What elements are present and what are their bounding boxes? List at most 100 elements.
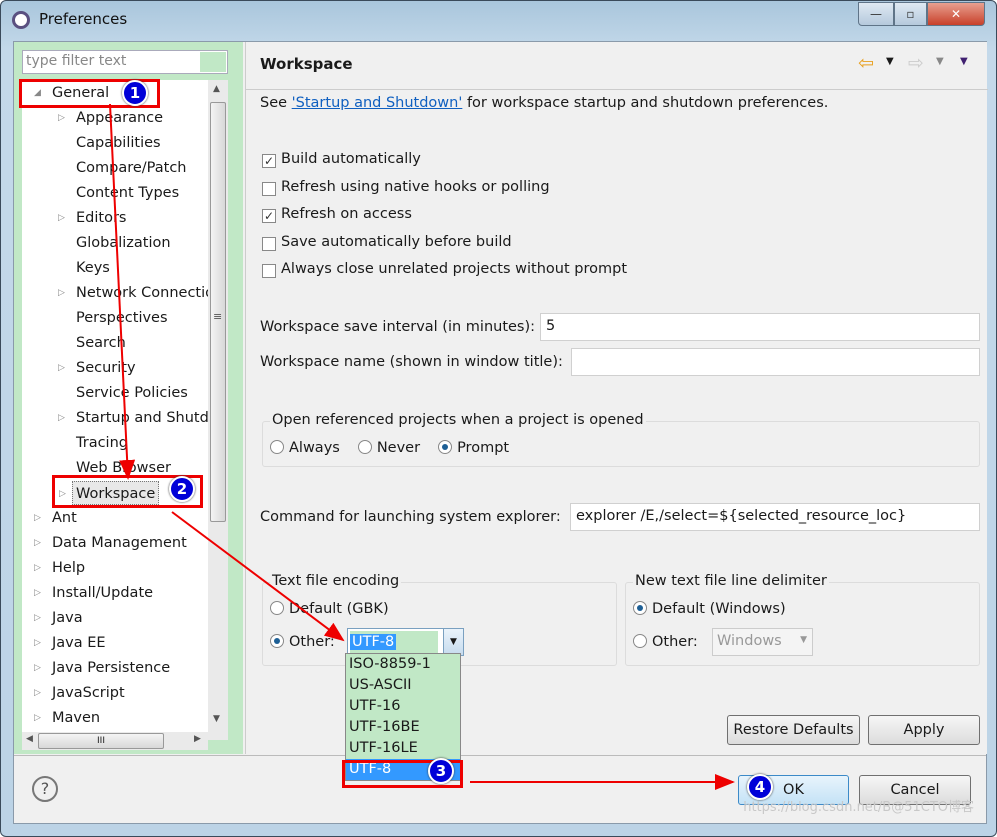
delimiter-default-radio[interactable]: Default (Windows) <box>633 601 786 617</box>
tree-item-java[interactable]: ▷ Java <box>34 606 83 630</box>
collapsed-icon[interactable]: ▷ <box>34 556 41 580</box>
tree-item-java-persistence[interactable]: ▷ Java Persistence <box>34 656 170 680</box>
encoding-option-us-ascii[interactable]: US-ASCII <box>346 675 460 696</box>
horizontal-scroll-thumb[interactable]: III <box>38 733 164 749</box>
open-referenced-options: Always Never Prompt <box>270 440 527 456</box>
scroll-down-icon[interactable]: ▼ <box>213 714 220 724</box>
open-ref-radio-never[interactable]: Never <box>357 440 421 456</box>
apply-button[interactable]: Apply <box>868 715 980 745</box>
clear-filter-button[interactable] <box>200 52 226 72</box>
checkbox-checked[interactable]: ✓ <box>262 209 276 223</box>
collapsed-icon[interactable]: ▷ <box>34 581 41 605</box>
checkbox-label[interactable]: Save automatically before build <box>281 234 512 250</box>
tree-item-ant[interactable]: ▷ Ant <box>34 506 77 530</box>
tree-item-java-ee[interactable]: ▷ Java EE <box>34 631 106 655</box>
step-badge-4: 4 <box>747 774 773 800</box>
collapsed-icon[interactable]: ▷ <box>58 406 65 430</box>
preferences-tree[interactable]: ◢ General ▷ Appearance Capabilities Compare/P… <box>22 80 208 740</box>
tree-item-content-types[interactable]: Content Types <box>76 181 179 205</box>
collapsed-icon[interactable]: ▷ <box>58 281 65 305</box>
close-button[interactable]: ✕ <box>927 2 985 26</box>
tree-item-search[interactable]: Search <box>76 331 126 355</box>
restore-defaults-button[interactable]: Restore Defaults <box>727 715 860 745</box>
collapsed-icon[interactable]: ▷ <box>34 631 41 655</box>
checkbox-label[interactable]: Refresh using native hooks or polling <box>281 179 550 195</box>
tree-item-data-management[interactable]: ▷ Data Management <box>34 531 187 555</box>
maximize-button[interactable]: ▫ <box>894 2 927 26</box>
collapsed-icon[interactable]: ▷ <box>58 206 65 230</box>
checkbox-label[interactable]: Always close unrelated projects without … <box>281 261 627 277</box>
tree-item-startup-and-shutdown[interactable]: ▷ Startup and Shutdown <box>58 406 208 430</box>
explorer-command-input[interactable]: explorer /E,/select=${selected_resource_… <box>570 503 980 531</box>
tree-item-appearance[interactable]: ▷ Appearance <box>58 106 163 130</box>
forward-arrow-icon[interactable]: ⇨ <box>908 52 924 74</box>
tree-item-tracing[interactable]: Tracing <box>76 431 128 455</box>
radio-label: Never <box>376 440 421 456</box>
save-interval-label: Workspace save interval (in minutes): <box>260 319 536 335</box>
scroll-left-icon[interactable]: ◀ <box>26 734 33 744</box>
tree-item-editors[interactable]: ▷ Editors <box>58 206 126 230</box>
see-prefix: See <box>260 95 292 111</box>
open-ref-radio-always[interactable]: Always <box>270 440 340 456</box>
encoding-default-radio[interactable]: Default (GBK) <box>270 601 389 617</box>
checkbox-checked[interactable]: ✓ <box>262 154 276 168</box>
collapsed-icon[interactable]: ▷ <box>58 106 65 130</box>
tree-horizontal-scrollbar[interactable]: ◀ III ▶ <box>22 732 208 750</box>
help-icon[interactable]: ? <box>32 776 58 802</box>
filter-input[interactable]: type filter text <box>22 50 228 74</box>
encoding-option-iso-8859-1[interactable]: ISO-8859-1 <box>346 654 460 675</box>
tree-item-maven[interactable]: ▷ Maven <box>34 706 100 730</box>
tree-item-perspectives[interactable]: Perspectives <box>76 306 168 330</box>
open-ref-radio-prompt[interactable]: Prompt <box>438 440 509 456</box>
encoding-option-utf-16be[interactable]: UTF-16BE <box>346 717 460 738</box>
collapsed-icon[interactable]: ▷ <box>34 656 41 680</box>
tree-item-compare-patch[interactable]: Compare/Patch <box>76 156 187 180</box>
step-badge-2: 2 <box>169 476 195 502</box>
back-dropdown-icon[interactable]: ▼ <box>886 56 894 67</box>
startup-shutdown-link[interactable]: 'Startup and Shutdown' <box>292 95 463 111</box>
checkbox-label[interactable]: Build automatically <box>281 151 421 167</box>
navigation-panel: type filter text ◢ General ▷ Appearance Capa… <box>14 42 243 754</box>
collapsed-icon[interactable]: ▷ <box>34 506 41 530</box>
page-title: Workspace <box>260 55 353 73</box>
step-badge-1: 1 <box>122 80 148 106</box>
tree-item-network-connections[interactable]: ▷ Network Connections <box>58 281 208 305</box>
tree-item-label: Security <box>76 360 136 376</box>
scroll-right-icon[interactable]: ▶ <box>194 734 201 744</box>
tree-item-javascript[interactable]: ▷ JavaScript <box>34 681 125 705</box>
tree-item-label: Keys <box>76 260 110 276</box>
forward-dropdown-icon[interactable]: ▼ <box>936 56 944 67</box>
tree-item-label: Capabilities <box>76 135 161 151</box>
tree-item-service-policies[interactable]: Service Policies <box>76 381 188 405</box>
checkbox-label[interactable]: Refresh on access <box>281 206 412 222</box>
checkbox-unchecked[interactable] <box>262 181 276 196</box>
encoding-combo[interactable]: UTF-8 ▼ <box>347 628 464 656</box>
collapsed-icon[interactable]: ▷ <box>34 531 41 555</box>
collapsed-icon[interactable]: ▷ <box>34 606 41 630</box>
delimiter-other-radio[interactable]: Other: <box>633 634 698 650</box>
minimize-button[interactable]: — <box>858 2 894 26</box>
back-arrow-icon[interactable]: ⇦ <box>858 52 874 74</box>
tree-item-security[interactable]: ▷ Security <box>58 356 136 380</box>
workspace-name-input[interactable] <box>571 348 980 376</box>
encoding-option-utf-16le[interactable]: UTF-16LE <box>346 738 460 759</box>
tree-item-globalization[interactable]: Globalization <box>76 231 171 255</box>
tree-item-keys[interactable]: Keys <box>76 256 110 280</box>
scroll-up-icon[interactable]: ▲ <box>213 84 220 94</box>
encoding-other-radio[interactable]: Other: <box>270 634 335 650</box>
checkbox-unchecked[interactable] <box>262 264 276 278</box>
collapsed-icon[interactable]: ▷ <box>34 681 41 705</box>
encoding-option-utf-16[interactable]: UTF-16 <box>346 696 460 717</box>
encoding-combo-field[interactable]: UTF-8 <box>350 631 438 653</box>
encoding-dropdown-arrow-icon[interactable]: ▼ <box>443 629 463 655</box>
save-interval-input[interactable]: 5 <box>540 313 980 341</box>
tree-item-capabilities[interactable]: Capabilities <box>76 131 161 155</box>
tree-item-install-update[interactable]: ▷ Install/Update <box>34 581 153 605</box>
tree-vertical-scrollbar[interactable]: ▲ ≡ ▼ <box>208 80 228 740</box>
encoding-other-label: Other: <box>289 634 335 650</box>
view-menu-icon[interactable]: ▼ <box>960 56 968 67</box>
checkbox-unchecked[interactable] <box>262 236 276 251</box>
tree-item-help[interactable]: ▷ Help <box>34 556 85 580</box>
collapsed-icon[interactable]: ▷ <box>58 356 65 380</box>
collapsed-icon[interactable]: ▷ <box>34 706 41 730</box>
